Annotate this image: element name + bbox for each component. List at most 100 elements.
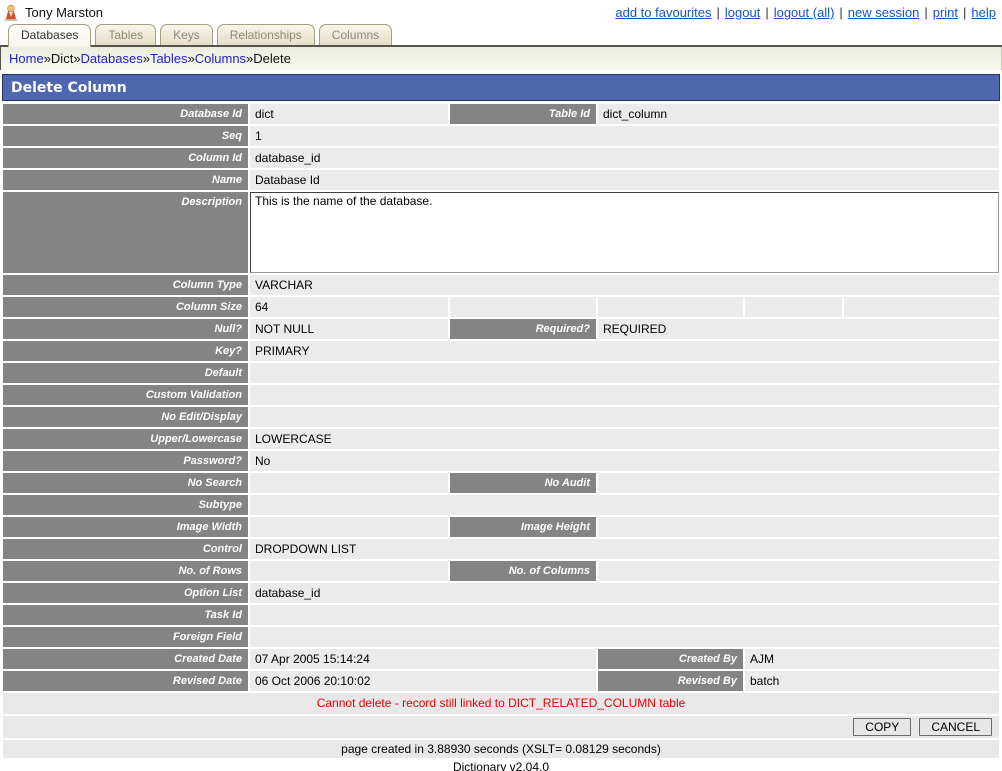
link-separator: | (765, 5, 768, 20)
header-link-new-session[interactable]: new session (848, 5, 920, 20)
form-row: Image Width Image Height (3, 517, 999, 537)
field-value: DROPDOWN LIST (250, 539, 999, 559)
field-value (250, 627, 999, 647)
link-separator: | (963, 5, 966, 20)
action-button-bar: COPY CANCEL (3, 716, 999, 738)
field-label: Column Id (3, 148, 248, 168)
form-row: NameDatabase Id (3, 170, 999, 190)
field-value: Database Id (250, 170, 999, 190)
form-row: Foreign Field (3, 627, 999, 647)
field-value: database_id (250, 583, 999, 603)
form-row: Password?No (3, 451, 999, 471)
field-label: Image Height (450, 517, 596, 537)
breadcrumb-separator: » (246, 51, 253, 66)
link-separator: | (924, 5, 927, 20)
field-value: NOT NULL (250, 319, 448, 339)
tab-tables[interactable]: Tables (95, 24, 156, 45)
header-link-add-to-favourites[interactable]: add to favourites (615, 5, 711, 20)
field-value: REQUIRED (598, 319, 999, 339)
breadcrumb-item-delete: Delete (253, 51, 291, 66)
tab-columns[interactable]: Columns (319, 24, 392, 45)
page-header: Tony Marston add to favourites | logout | lo… (0, 0, 1002, 23)
cancel-button[interactable]: CANCEL (919, 718, 992, 736)
field-label: Seq (3, 126, 248, 146)
field-value (250, 407, 999, 427)
field-label: Upper/Lowercase (3, 429, 248, 449)
field-label: Database Id (3, 104, 248, 124)
field-label: Custom Validation (3, 385, 248, 405)
field-value: PRIMARY (250, 341, 999, 361)
breadcrumb-item-dict: Dict (51, 51, 73, 66)
breadcrumb-item-home[interactable]: Home (9, 51, 44, 66)
form-row: ControlDROPDOWN LIST (3, 539, 999, 559)
tab-relationships[interactable]: Relationships (217, 24, 315, 45)
field-value (844, 297, 999, 317)
form-row: Custom Validation (3, 385, 999, 405)
field-label: No Audit (450, 473, 596, 493)
field-value (250, 561, 448, 581)
field-label: Task Id (3, 605, 248, 625)
breadcrumb-separator: » (188, 51, 195, 66)
form-row: Task Id (3, 605, 999, 625)
field-label: Default (3, 363, 248, 383)
field-label: Required? (450, 319, 596, 339)
field-label: Description (3, 192, 248, 273)
current-user: Tony Marston (3, 4, 103, 21)
user-icon (3, 4, 20, 21)
field-value: 07 Apr 2005 15:14:24 (250, 649, 596, 669)
field-value: dict_column (598, 104, 999, 124)
field-label: Column Size (3, 297, 248, 317)
form-row: Option Listdatabase_id (3, 583, 999, 603)
field-value (745, 297, 842, 317)
field-value: LOWERCASE (250, 429, 999, 449)
header-links: add to favourites | logout | logout (all) | ne… (615, 5, 996, 20)
field-label: Control (3, 539, 248, 559)
field-value (450, 297, 596, 317)
tab-bar: DatabasesTablesKeysRelationshipsColumns (0, 23, 1002, 47)
breadcrumb-item-columns[interactable]: Columns (195, 51, 246, 66)
breadcrumb-item-databases[interactable]: Databases (81, 51, 143, 66)
form-row: Column TypeVARCHAR (3, 275, 999, 295)
tab-keys[interactable]: Keys (160, 24, 213, 45)
field-label: Revised By (598, 671, 743, 691)
tab-databases[interactable]: Databases (8, 24, 91, 47)
field-value: 06 Oct 2006 20:10:02 (250, 671, 596, 691)
field-value (250, 495, 999, 515)
field-value: batch (745, 671, 999, 691)
field-value: 1 (250, 126, 999, 146)
breadcrumb-separator: » (143, 51, 150, 66)
field-label: Image Width (3, 517, 248, 537)
field-label: Created Date (3, 649, 248, 669)
user-name: Tony Marston (25, 5, 103, 20)
header-link-logout-all[interactable]: logout (all) (774, 5, 835, 20)
form-row: DescriptionThis is the name of the datab… (3, 192, 999, 273)
field-label: Revised Date (3, 671, 248, 691)
field-label: Name (3, 170, 248, 190)
form-row: Seq1 (3, 126, 999, 146)
form-row: Upper/LowercaseLOWERCASE (3, 429, 999, 449)
field-value (598, 473, 999, 493)
field-value: AJM (745, 649, 999, 669)
form-row: Null?NOT NULLRequired?REQUIRED (3, 319, 999, 339)
field-value (598, 517, 999, 537)
copy-button[interactable]: COPY (853, 718, 911, 736)
field-value (250, 605, 999, 625)
breadcrumb: Home»Dict»Databases»Tables»Columns»Delet… (0, 47, 1002, 70)
form-row: Revised Date06 Oct 2006 20:10:02Revised … (3, 671, 999, 691)
field-value (250, 385, 999, 405)
field-value: dict (250, 104, 448, 124)
error-message: Cannot delete - record still linked to D… (3, 693, 999, 714)
field-label: Key? (3, 341, 248, 361)
link-separator: | (839, 5, 842, 20)
header-link-logout[interactable]: logout (725, 5, 760, 20)
form-row: Column Size64 (3, 297, 999, 317)
app-version: Dictionary v2.04.0 (0, 760, 1002, 771)
header-link-help[interactable]: help (971, 5, 996, 20)
form-row: No. of RowsNo. of Columns (3, 561, 999, 581)
field-value: database_id (250, 148, 999, 168)
form-row: Database IddictTable Iddict_column (3, 104, 999, 124)
header-link-print[interactable]: print (933, 5, 958, 20)
field-value (598, 297, 743, 317)
field-value: VARCHAR (250, 275, 999, 295)
breadcrumb-item-tables[interactable]: Tables (150, 51, 188, 66)
